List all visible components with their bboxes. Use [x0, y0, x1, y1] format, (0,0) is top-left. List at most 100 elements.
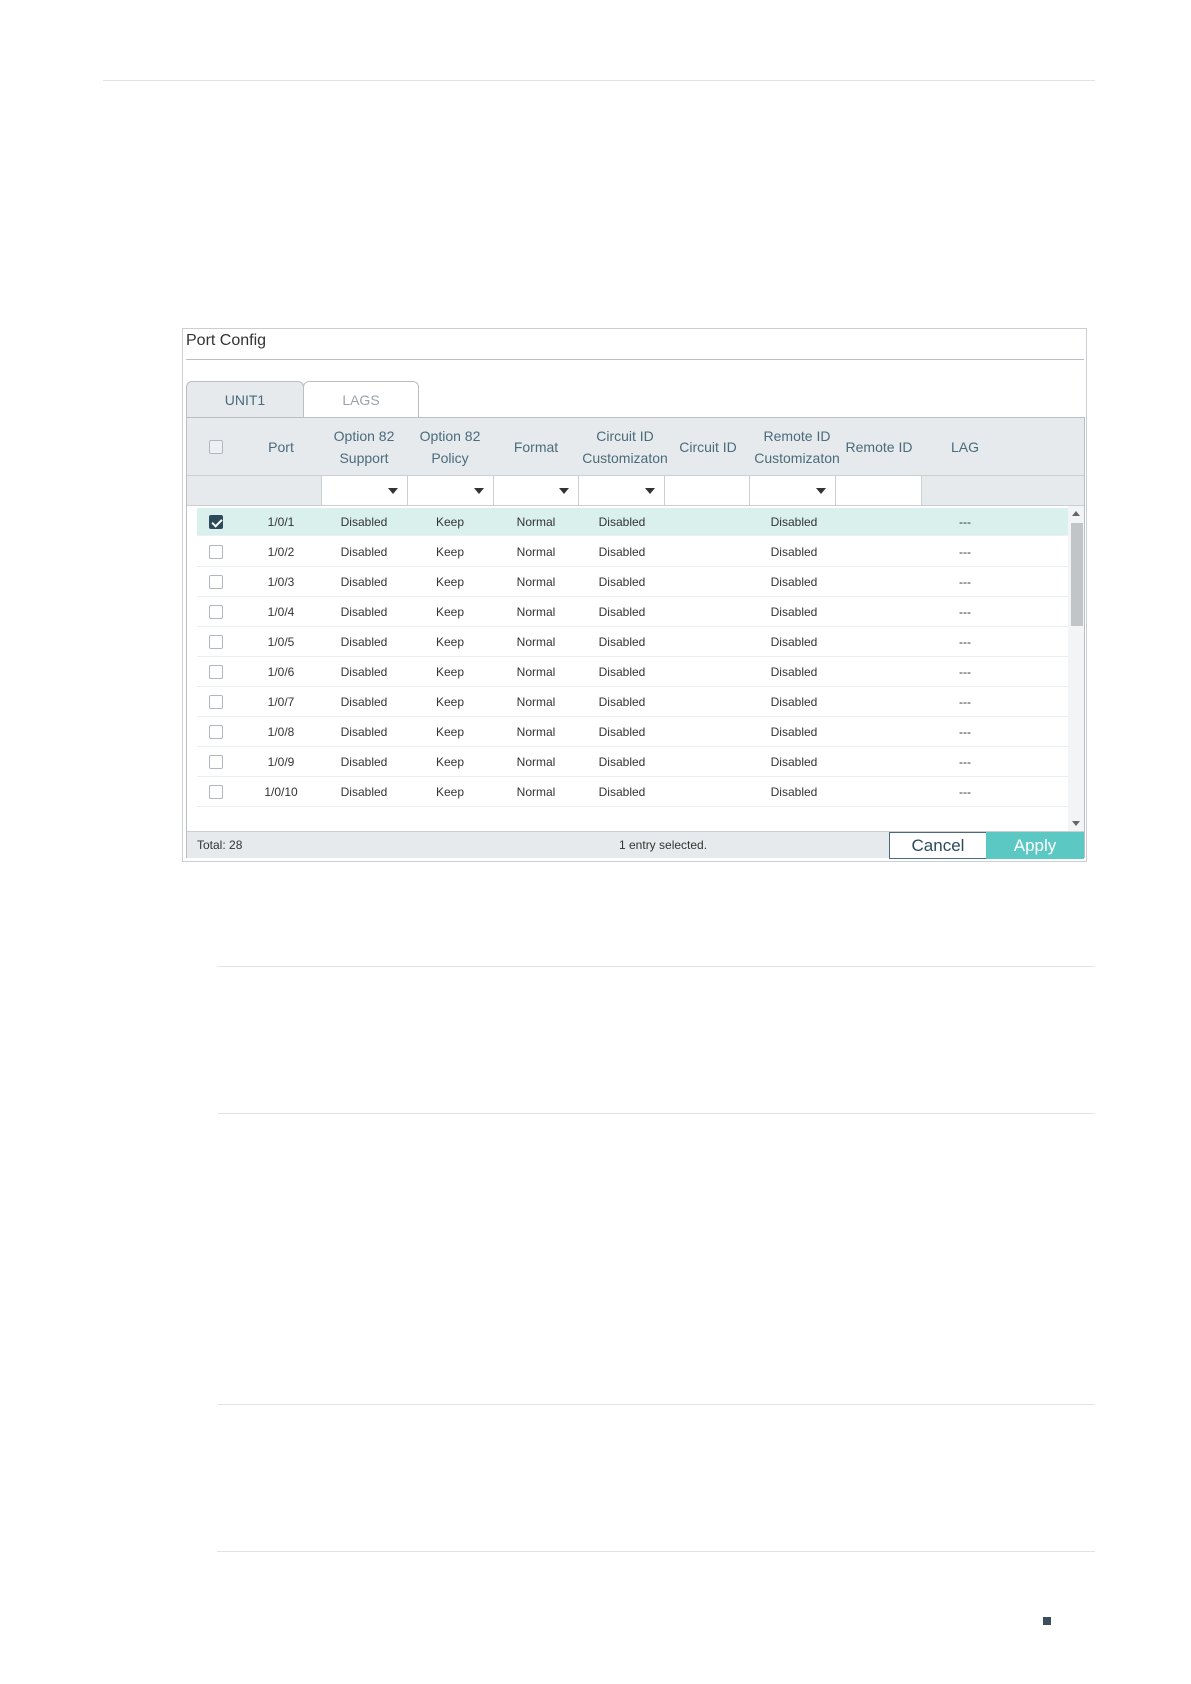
cell-remote-id-customization: Disabled	[770, 515, 818, 529]
cell-format: Normal	[516, 755, 556, 769]
cell-lag: ---	[959, 725, 971, 739]
cell-option82-policy: Keep	[435, 755, 465, 769]
table-scrollbar[interactable]	[1068, 506, 1084, 831]
cell-option82-support: Disabled	[340, 785, 388, 799]
table-row[interactable]: 1/0/6 Disabled Keep Normal Disabled Disabled -…	[197, 657, 1074, 687]
cell-circuit-id-customization: Disabled	[598, 544, 646, 559]
cell-circuit-id	[665, 567, 751, 597]
cell-remote-id-customization: Disabled	[770, 725, 818, 739]
row-checkbox[interactable]	[209, 695, 223, 709]
cell-option82-policy: Keep	[435, 695, 465, 709]
cell-remote-id	[836, 536, 922, 567]
cancel-button[interactable]: Cancel	[889, 832, 987, 859]
filter-remote-id-customization[interactable]	[749, 476, 836, 505]
col-circuit-id-customization[interactable]: Circuit ID Customizaton	[579, 418, 671, 476]
cell-remote-id-customization: Disabled	[770, 544, 818, 559]
col-option82-policy[interactable]: Option 82 Policy	[407, 418, 493, 476]
row-checkbox[interactable]	[209, 635, 223, 649]
section-divider	[217, 1551, 1095, 1552]
port-table: Port Option 82 Support Option 82 Policy Fo…	[186, 417, 1085, 859]
row-checkbox[interactable]	[209, 665, 223, 679]
col-remote-id-customization[interactable]: Remote ID Customizaton	[751, 418, 843, 476]
cell-remote-id-customization: Disabled	[770, 605, 818, 619]
apply-button[interactable]: Apply	[986, 832, 1084, 859]
cell-option82-support: Disabled	[340, 635, 388, 649]
table-row[interactable]: 1/0/1 Disabled Keep Normal Disabled Disabled -…	[197, 508, 1074, 536]
filter-remote-id[interactable]	[835, 476, 922, 505]
cell-port: 1/0/8	[267, 725, 295, 739]
table-row[interactable]: 1/0/7 Disabled Keep Normal Disabled Disabled -…	[197, 687, 1074, 717]
cell-format: Normal	[516, 725, 556, 739]
row-checkbox[interactable]	[209, 605, 223, 619]
cell-remote-id-customization: Disabled	[770, 665, 818, 679]
cell-circuit-id	[665, 657, 751, 687]
cell-option82-policy: Keep	[435, 515, 465, 529]
filter-circuit-id-customization[interactable]	[578, 476, 665, 505]
tab-lags[interactable]: LAGS	[303, 381, 419, 417]
scroll-down-icon[interactable]	[1072, 821, 1080, 826]
row-checkbox[interactable]	[209, 755, 223, 769]
cell-lag: ---	[959, 695, 971, 709]
cell-circuit-id	[665, 717, 751, 747]
table-row[interactable]: 1/0/2 Disabled Keep Normal Disabled Disabled -…	[197, 536, 1074, 567]
filter-format[interactable]	[493, 476, 579, 505]
cell-lag: ---	[959, 755, 971, 769]
filter-option82-policy[interactable]	[407, 476, 494, 505]
cell-circuit-id-customization: Disabled	[598, 755, 646, 769]
section-divider	[218, 1113, 1095, 1114]
col-port[interactable]: Port	[241, 418, 321, 476]
cell-option82-support: Disabled	[340, 665, 388, 679]
filter-option82-support[interactable]	[321, 476, 408, 505]
cell-circuit-id-customization: Disabled	[598, 665, 646, 679]
port-config-panel: Port Config UNIT1 LAGS Port Option 82 Sup…	[182, 328, 1087, 862]
table-row[interactable]: 1/0/10 Disabled Keep Normal Disabled Disabled…	[197, 777, 1074, 807]
scroll-up-icon[interactable]	[1072, 511, 1080, 516]
row-checkbox[interactable]	[209, 545, 223, 559]
select-all-checkbox[interactable]	[209, 440, 223, 454]
col-circuit-id[interactable]: Circuit ID	[665, 418, 751, 476]
col-lag[interactable]: LAG	[922, 418, 1008, 476]
chevron-down-icon	[388, 488, 398, 494]
cell-option82-support: Disabled	[340, 695, 388, 709]
cell-circuit-id-customization: Disabled	[598, 635, 646, 649]
cell-remote-id	[836, 777, 922, 807]
section-divider	[218, 1404, 1095, 1405]
cell-port: 1/0/5	[267, 635, 295, 649]
cell-lag: ---	[959, 575, 971, 589]
table-row[interactable]: 1/0/3 Disabled Keep Normal Disabled Disabled -…	[197, 567, 1074, 597]
cell-circuit-id-customization: Disabled	[598, 725, 646, 739]
cell-circuit-id	[665, 508, 751, 536]
col-format[interactable]: Format	[493, 418, 579, 476]
row-checkbox[interactable]	[209, 785, 223, 799]
cell-port: 1/0/7	[267, 695, 295, 709]
cell-port: 1/0/2	[267, 544, 295, 559]
row-checkbox[interactable]	[209, 575, 223, 589]
cell-format: Normal	[516, 575, 556, 589]
tab-unit1[interactable]: UNIT1	[186, 381, 304, 417]
chevron-down-icon	[816, 488, 826, 494]
cell-remote-id	[836, 687, 922, 717]
cell-remote-id	[836, 597, 922, 627]
cell-lag: ---	[959, 544, 971, 559]
cell-circuit-id-customization: Disabled	[598, 695, 646, 709]
row-checkbox[interactable]	[209, 515, 223, 529]
cell-port: 1/0/3	[267, 575, 295, 589]
chevron-down-icon	[645, 488, 655, 494]
cell-circuit-id-customization: Disabled	[598, 785, 646, 799]
col-option82-support[interactable]: Option 82 Support	[321, 418, 407, 476]
scroll-thumb[interactable]	[1071, 523, 1083, 626]
table-row[interactable]: 1/0/4 Disabled Keep Normal Disabled Disabled -…	[197, 597, 1074, 627]
filter-circuit-id[interactable]	[664, 476, 750, 505]
selection-status: 1 entry selected.	[619, 838, 708, 852]
cell-remote-id	[836, 627, 922, 657]
table-row[interactable]: 1/0/5 Disabled Keep Normal Disabled Disabled -…	[197, 627, 1074, 657]
table-row[interactable]: 1/0/8 Disabled Keep Normal Disabled Disabled -…	[197, 717, 1074, 747]
row-checkbox[interactable]	[209, 725, 223, 739]
col-remote-id[interactable]: Remote ID	[836, 418, 922, 476]
table-row[interactable]: 1/0/9 Disabled Keep Normal Disabled Disabled -…	[197, 747, 1074, 777]
cell-format: Normal	[516, 515, 556, 529]
title-divider	[186, 359, 1084, 360]
cell-option82-policy: Keep	[435, 575, 465, 589]
cell-format: Normal	[516, 665, 556, 679]
table-footer: Total: 28 1 entry selected. Cancel Apply	[187, 831, 1084, 859]
